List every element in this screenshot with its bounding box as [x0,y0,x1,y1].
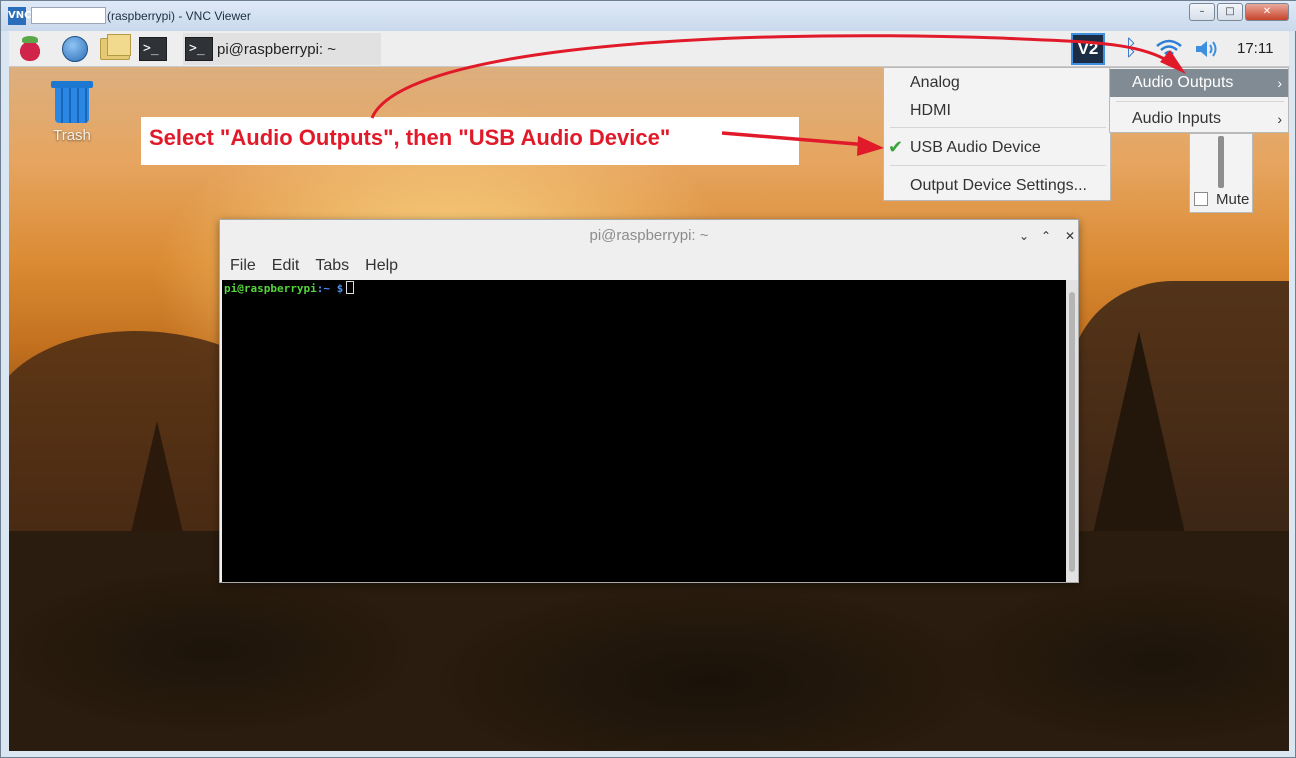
remote-desktop[interactable]: >_ >_ pi@raspberrypi: ~ V2 ᛒ 17:11 Trash… [9,31,1289,751]
mute-checkbox[interactable] [1194,192,1208,206]
volume-icon[interactable] [1193,37,1221,61]
menu-separator [890,127,1106,128]
vnc-viewer-window: VNC (raspberrypi) - VNC Viewer – □ ✕ >_ [0,0,1296,758]
maximize-button[interactable]: □ [1217,3,1243,21]
vnc-server-tray-icon[interactable]: V2 [1071,33,1105,65]
trash-label: Trash [53,127,91,144]
mute-label: Mute [1216,191,1250,208]
prompt-user: pi@raspberrypi [224,282,317,295]
instruction-text: Select "Audio Outputs", then "USB Audio … [149,125,671,150]
terminal-scrollbar[interactable] [1066,280,1078,582]
scrollbar-thumb[interactable] [1069,292,1075,572]
trash-lid [51,81,93,88]
vnc-logo-icon: VNC [8,7,31,25]
menu-file[interactable]: File [230,252,256,280]
terminal-icon: >_ [139,37,167,61]
submenu-item-label: Audio Inputs [1132,110,1221,127]
close-icon[interactable]: ✕ [1062,228,1078,244]
terminal-menubar: File Edit Tabs Help [220,252,1078,280]
menu-item-hdmi[interactable]: HDMI [884,98,1112,124]
taskbar-window-terminal[interactable]: >_ pi@raspberrypi: ~ [183,33,381,65]
redacted-title-box [31,7,106,24]
menu-separator [1116,101,1284,102]
menu-tabs[interactable]: Tabs [315,252,349,280]
bluetooth-icon[interactable]: ᛒ [1123,36,1139,62]
prompt-path: :~ $ [316,282,344,295]
trash-icon [51,79,93,123]
trash-bin [55,88,89,123]
minimize-button[interactable]: – [1189,3,1215,21]
wifi-icon[interactable] [1155,37,1183,61]
folder-icon [100,34,131,60]
menu-item-analog[interactable]: Analog [884,70,1112,96]
taskbar-window-label: pi@raspberrypi: ~ [217,40,337,58]
globe-icon [62,36,88,62]
chevron-right-icon: › [1277,111,1282,127]
terminal-title[interactable]: pi@raspberrypi: ~ [220,220,1078,252]
volume-slider[interactable] [1218,136,1224,188]
trash-desktop-icon[interactable]: Trash [43,79,101,144]
submenu-item-label: Audio Outputs [1132,74,1234,91]
checkmark-icon: ✔ [888,137,904,158]
raspberry-icon [19,36,41,61]
shell-prompt: pi@raspberrypi:~ $ [224,281,355,295]
menu-edit[interactable]: Edit [272,252,300,280]
wallpaper-temple [129,421,185,541]
menu-help[interactable]: Help [365,252,398,280]
close-button[interactable]: ✕ [1245,3,1289,21]
terminal-window: pi@raspberrypi: ~ ⌄ ⌃ ✕ File Edit Tabs H… [219,219,1079,583]
instruction-callout: Select "Audio Outputs", then "USB Audio … [141,117,799,165]
submenu-item-audio-outputs[interactable]: Audio Outputs › [1110,69,1288,97]
text-cursor [346,281,355,294]
menu-item-label: USB Audio Device [910,139,1041,156]
menu-item-usb-audio-device[interactable]: ✔ USB Audio Device [884,135,1112,161]
menu-separator [890,165,1106,166]
terminal-icon: >_ [185,37,213,61]
terminal-screen[interactable]: pi@raspberrypi:~ $ [222,280,1066,582]
window-titlebar[interactable]: VNC (raspberrypi) - VNC Viewer – □ ✕ [1,1,1296,31]
raspberry-menu-button[interactable] [15,35,45,63]
terminal-launcher-button[interactable]: >_ [138,35,168,63]
taskbar-clock[interactable]: 17:11 [1237,40,1273,57]
maximize-icon[interactable]: ⌃ [1038,228,1054,244]
volume-popup: Mute [1189,133,1253,213]
window-title: (raspberrypi) - VNC Viewer [107,9,251,23]
audio-output-menu: Analog HDMI ✔ USB Audio Device Output De… [883,67,1111,201]
wallpaper-temple [1089,331,1189,551]
minimize-icon[interactable]: ⌄ [1016,228,1032,244]
submenu-item-audio-inputs[interactable]: Audio Inputs › [1110,105,1288,133]
audio-submenu: Audio Outputs › Audio Inputs › [1109,67,1289,133]
menu-item-output-device-settings[interactable]: Output Device Settings... [884,173,1112,199]
chevron-right-icon: › [1277,75,1282,91]
web-browser-button[interactable] [60,35,90,63]
pi-taskbar: >_ >_ pi@raspberrypi: ~ V2 ᛒ 17:11 [9,31,1289,67]
file-manager-button[interactable] [100,34,131,63]
window-controls: – □ ✕ [1189,3,1289,21]
